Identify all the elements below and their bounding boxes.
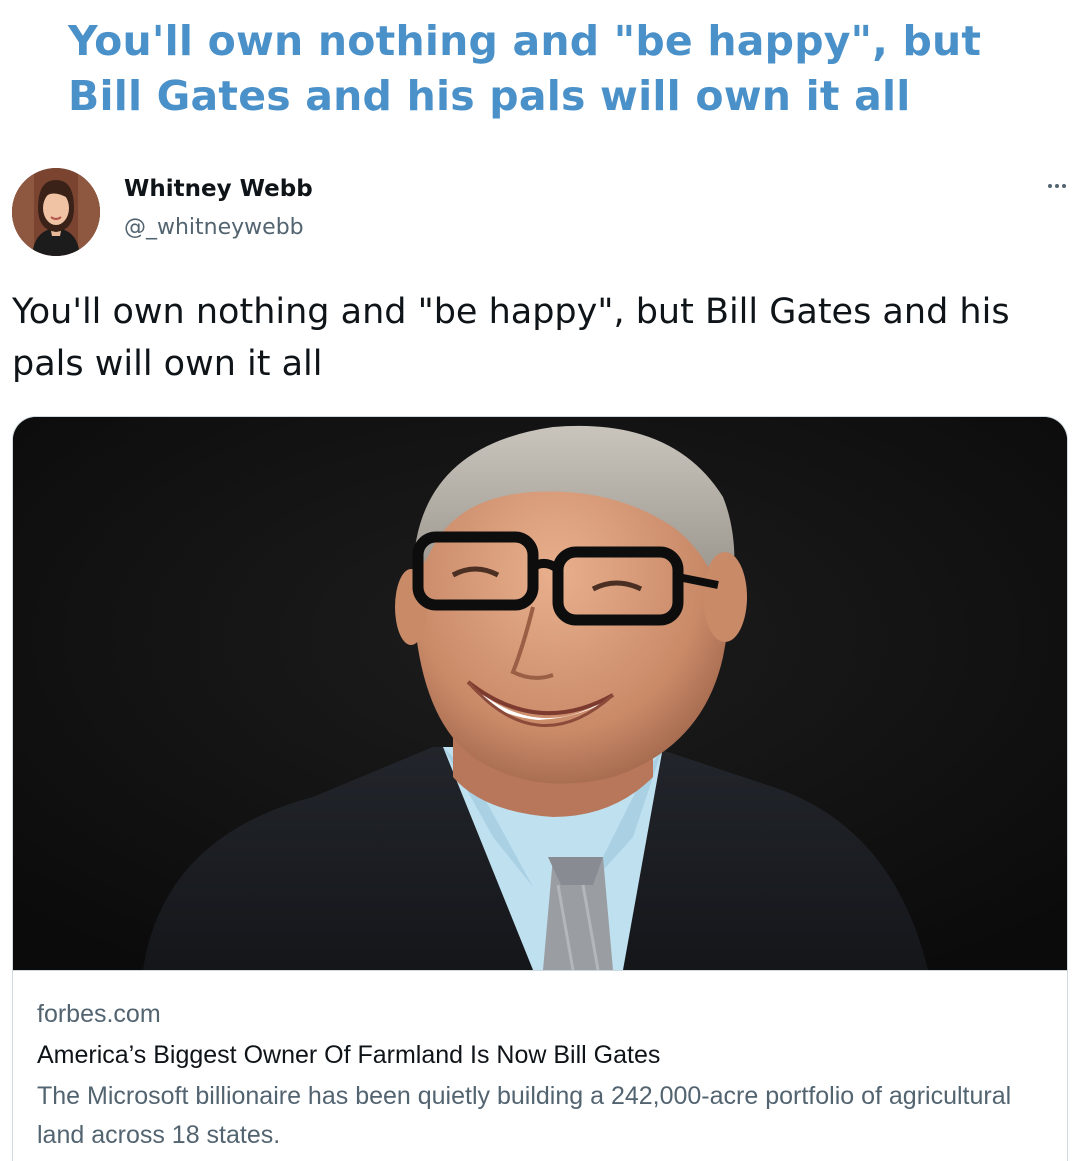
avatar[interactable] [12,168,100,256]
more-horizontal-icon[interactable] [1042,176,1072,196]
page-headline: You'll own nothing and "be happy", but B… [68,17,982,120]
more-dot [1062,184,1066,188]
author-handle[interactable]: @_whitneywebb [124,215,304,240]
more-dot [1048,184,1052,188]
author-name[interactable]: Whitney Webb [124,176,313,202]
tweet-text: You'll own nothing and "be happy", but B… [12,292,1010,384]
card-image[interactable] [13,417,1067,971]
tweet-header: Whitney Webb @_whitneywebb [12,168,1072,260]
more-dot [1055,184,1059,188]
card-description: The Microsoft billionaire has been quiet… [37,1082,1012,1149]
portrait-photo [13,417,1067,970]
card-title: America’s Biggest Owner Of Farmland Is N… [37,1041,661,1069]
avatar-photo [12,168,100,256]
link-preview-card[interactable]: forbes.com America’s Biggest Owner Of Fa… [12,416,1068,1161]
card-domain: forbes.com [37,1000,161,1028]
